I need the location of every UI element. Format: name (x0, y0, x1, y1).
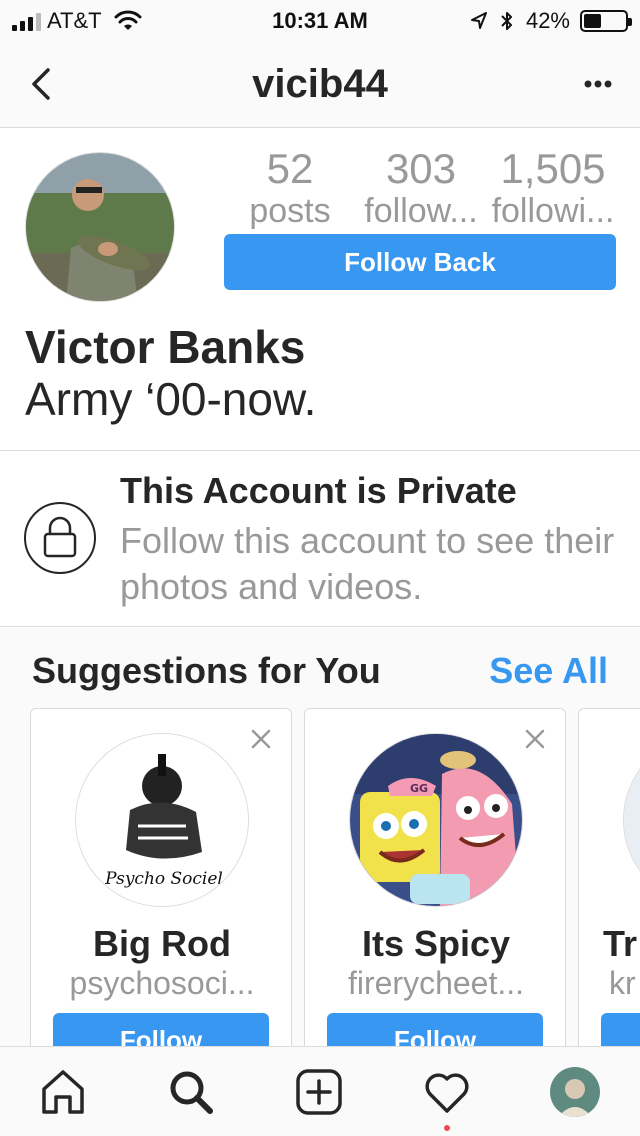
suggestion-avatar[interactable]: Psycho Sociel (75, 733, 249, 907)
tab-bar (0, 1046, 640, 1136)
suggestion-name: Its Spicy (361, 923, 511, 964)
page-title: vicib44 (252, 62, 388, 106)
suggestion-username: kr (609, 965, 636, 1001)
suggestions-title: Suggestions for You (32, 650, 381, 691)
stat-posts[interactable]: 52 posts (242, 145, 338, 231)
heart-icon[interactable] (422, 1067, 472, 1117)
follow-button[interactable] (601, 1013, 640, 1046)
follow-back-button[interactable]: Follow Back (224, 234, 616, 290)
profile-avatar[interactable] (25, 152, 175, 302)
more-horizontal-icon[interactable] (578, 70, 618, 98)
suggestion-username: firerycheet... (347, 965, 525, 1001)
suggestion-avatar[interactable]: GG (349, 733, 523, 907)
suggestion-card[interactable]: GG Its Spicy firerycheet... Follow (304, 708, 566, 1046)
divider (0, 450, 640, 451)
status-bar: AT&T 10:31 AM 42% (0, 0, 640, 40)
profile-stats: 52 posts 303 follow... 1,505 followi... (228, 145, 628, 231)
stat-label: posts (249, 192, 331, 230)
battery-percent: 42% (525, 8, 570, 33)
bluetooth-icon (501, 12, 512, 30)
home-icon[interactable] (38, 1067, 88, 1117)
close-icon[interactable] (523, 727, 547, 751)
stat-value: 1,505 (500, 145, 606, 192)
close-icon[interactable] (249, 727, 273, 751)
see-all-link[interactable]: See All (489, 650, 608, 692)
location-icon (470, 12, 487, 29)
battery-icon (580, 10, 632, 32)
stat-label: followi... (491, 192, 615, 230)
suggestions-section: Suggestions for You See All Psycho Socie… (0, 628, 640, 1046)
private-title: This Account is Private (120, 470, 517, 511)
notification-dot (444, 1125, 450, 1131)
add-post-icon[interactable] (294, 1067, 344, 1117)
profile-full-name: Victor Banks (25, 321, 306, 373)
divider (0, 626, 640, 627)
search-icon[interactable] (166, 1067, 216, 1117)
suggestion-card[interactable]: Psycho Sociel Big Rod psychosoci... Foll… (30, 708, 292, 1046)
stat-following[interactable]: 1,505 followi... (488, 145, 618, 231)
stat-label: follow... (364, 192, 478, 230)
suggestion-name: Big Rod (93, 923, 231, 964)
follow-button[interactable]: Follow (327, 1013, 543, 1046)
nav-bar: vicib44 (0, 40, 640, 128)
suggestion-card[interactable]: Tr kr (578, 708, 640, 1046)
profile-avatar[interactable] (550, 1067, 600, 1117)
follow-button[interactable]: Follow (53, 1013, 269, 1046)
status-right: 42% (470, 8, 632, 34)
private-text: Follow this account to see their photos … (120, 520, 615, 607)
stat-value: 303 (385, 145, 457, 192)
avatar-caption: GG (410, 782, 428, 795)
battery-fill (584, 14, 601, 28)
suggestion-avatar[interactable] (623, 733, 640, 907)
stat-followers[interactable]: 303 follow... (356, 145, 486, 231)
suggestion-username: psychosoci... (69, 965, 255, 1001)
stat-value: 52 (266, 145, 314, 192)
avatar-caption: Psycho Sociel (104, 869, 223, 889)
lock-icon (24, 502, 96, 574)
suggestion-name: Tr (603, 923, 638, 964)
profile-bio: Army ‘00-now. (25, 373, 317, 425)
